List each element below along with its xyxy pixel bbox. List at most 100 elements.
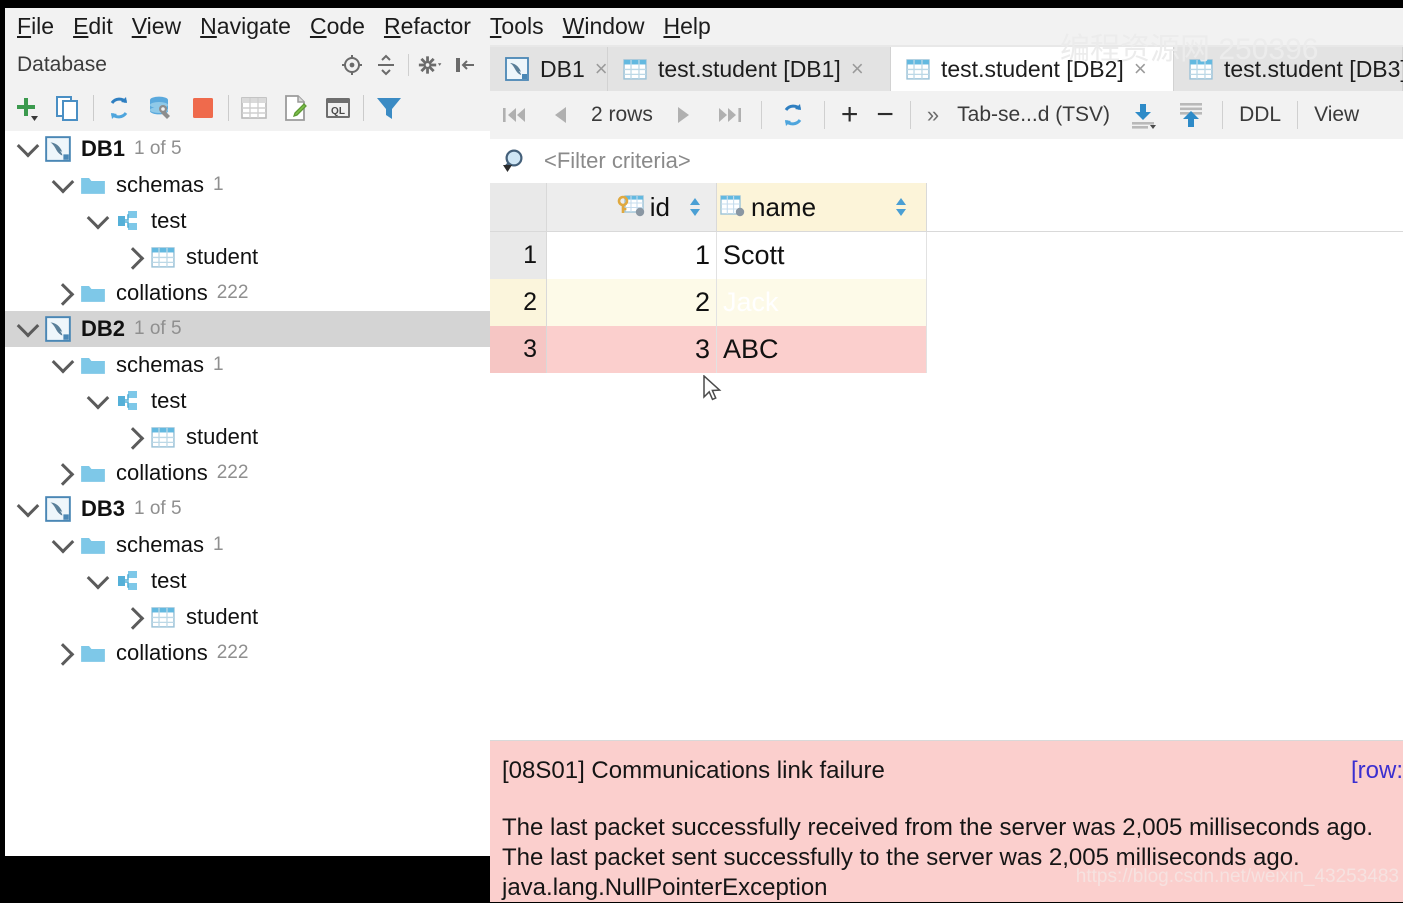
tree-node-collations[interactable]: collations 222 — [5, 275, 490, 311]
menu-view[interactable]: View — [132, 13, 181, 40]
reload-icon[interactable] — [769, 93, 817, 137]
gear-icon[interactable] — [414, 48, 448, 82]
menu-tools[interactable]: Tools — [490, 13, 544, 40]
tree-node-test[interactable]: test — [5, 383, 490, 419]
table-icon — [148, 422, 178, 452]
chevron-down-icon[interactable] — [83, 566, 113, 596]
menu-file[interactable]: File — [17, 13, 54, 40]
chevron-down-icon[interactable] — [48, 170, 78, 200]
filter-criteria-input[interactable]: <Filter criteria> — [544, 148, 691, 174]
column-header-label: id — [649, 191, 670, 222]
output-format-selector[interactable]: Tab-se...d (TSV) — [948, 93, 1119, 137]
chevron-down-icon[interactable] — [83, 206, 113, 236]
window-edge-top — [0, 0, 1403, 8]
folder-icon — [78, 638, 108, 668]
import-icon[interactable] — [1119, 93, 1167, 137]
tree-node-collations[interactable]: collations 222 — [5, 455, 490, 491]
tree-node-label: student — [186, 244, 259, 269]
chevron-down-icon[interactable] — [83, 386, 113, 416]
tree-node-test[interactable]: test — [5, 203, 490, 239]
grid-cell-name[interactable]: Scott — [717, 232, 927, 279]
menu-window[interactable]: Window — [563, 13, 645, 40]
tree-node-schemas[interactable]: schemas 1 — [5, 167, 490, 203]
chevron-down-icon[interactable] — [13, 494, 43, 524]
chevron-right-icon[interactable] — [48, 278, 78, 308]
tree-node-student[interactable]: student — [5, 239, 490, 275]
chevron-down-icon[interactable] — [48, 350, 78, 380]
menu-refactor[interactable]: Refactor — [384, 13, 471, 40]
data-source-properties-icon[interactable] — [140, 88, 182, 128]
modify-table-icon[interactable] — [275, 88, 317, 128]
menu-label: iew — [146, 13, 182, 39]
tree-node-test[interactable]: test — [5, 563, 490, 599]
mysql-icon — [502, 54, 532, 84]
row-number[interactable]: 3 — [490, 326, 547, 373]
filter-bar[interactable]: <Filter criteria> — [490, 139, 1403, 184]
menu-edit[interactable]: Edit — [73, 13, 113, 40]
grid-cell-id[interactable]: 2 — [547, 279, 717, 326]
table-editor-icon[interactable] — [233, 88, 275, 128]
grid-cell-id[interactable]: 3 — [547, 326, 717, 373]
close-icon[interactable]: × — [851, 56, 864, 82]
tree-node-db2[interactable]: DB2 1 of 5 — [5, 311, 490, 347]
grid-corner-cell[interactable] — [490, 183, 547, 231]
sort-icon[interactable] — [680, 192, 710, 222]
duplicate-icon[interactable] — [47, 88, 89, 128]
table-row[interactable]: 2 2 Jack — [490, 279, 1403, 326]
sort-icon[interactable] — [886, 192, 916, 222]
table-row[interactable]: 1 1 Scott — [490, 232, 1403, 279]
column-header-name[interactable]: name — [717, 183, 927, 231]
chevron-right-icon[interactable] — [118, 422, 148, 452]
column-header-id[interactable]: id — [547, 183, 717, 231]
first-page-icon[interactable] — [490, 93, 538, 137]
tree-node-schemas[interactable]: schemas 1 — [5, 347, 490, 383]
tree-node-db1[interactable]: DB1 1 of 5 — [5, 131, 490, 167]
export-icon[interactable] — [1167, 93, 1215, 137]
add-row-button[interactable]: + — [832, 93, 868, 137]
error-row-link[interactable]: [row: — [1351, 757, 1403, 785]
menu-navigate[interactable]: Navigate — [200, 13, 291, 40]
query-console-icon[interactable]: QL — [317, 88, 359, 128]
grid-cell-id[interactable]: 1 — [547, 232, 717, 279]
tree-node-db3[interactable]: DB3 1 of 5 — [5, 491, 490, 527]
locate-icon[interactable] — [335, 48, 369, 82]
tree-node-collations[interactable]: collations 222 — [5, 635, 490, 671]
delete-row-button[interactable]: − — [867, 93, 903, 137]
close-icon[interactable]: × — [595, 56, 608, 82]
sync-icon[interactable] — [98, 88, 140, 128]
row-number[interactable]: 1 — [490, 232, 547, 279]
tree-node-student[interactable]: student — [5, 599, 490, 635]
menu-help[interactable]: Help — [663, 13, 710, 40]
data-grid[interactable]: id name 1 1 Scott 2 2 Jack 3 3 ABC — [490, 183, 1403, 740]
view-button[interactable]: View — [1305, 93, 1368, 137]
database-tree[interactable]: DB1 1 of 5 schemas 1 test student collations 22… — [5, 131, 490, 856]
chevron-down-icon[interactable] — [13, 314, 43, 344]
chevron-right-icon[interactable] — [118, 242, 148, 272]
chevron-down-icon[interactable] — [48, 530, 78, 560]
grid-cell-name[interactable]: ABC — [717, 326, 927, 373]
grid-cell-name[interactable]: Jack — [717, 279, 927, 326]
chevron-right-icon[interactable] — [48, 638, 78, 668]
prev-page-icon[interactable] — [538, 93, 582, 137]
next-page-icon[interactable] — [662, 93, 706, 137]
overflow-button[interactable]: » — [918, 93, 948, 137]
ddl-button[interactable]: DDL — [1230, 93, 1290, 137]
database-panel: Database QL DB1 1 of 5 schemas 1 test st… — [5, 45, 490, 856]
filter-icon[interactable] — [368, 88, 410, 128]
menu-code[interactable]: Code — [310, 13, 365, 40]
last-page-icon[interactable] — [706, 93, 754, 137]
add-icon[interactable] — [5, 88, 47, 128]
collapse-all-icon[interactable] — [369, 48, 403, 82]
tree-node-schemas[interactable]: schemas 1 — [5, 527, 490, 563]
hide-panel-icon[interactable] — [448, 48, 482, 82]
chevron-right-icon[interactable] — [48, 458, 78, 488]
grid-body[interactable]: 1 1 Scott 2 2 Jack 3 3 ABC — [490, 232, 1403, 373]
editor-tab-db1[interactable]: DB1 × — [490, 47, 608, 91]
editor-tab-test-student-db1[interactable]: test.student [DB1] × — [608, 47, 891, 91]
row-number[interactable]: 2 — [490, 279, 547, 326]
chevron-down-icon[interactable] — [13, 134, 43, 164]
tree-node-student[interactable]: student — [5, 419, 490, 455]
stop-icon[interactable] — [182, 88, 224, 128]
chevron-right-icon[interactable] — [118, 602, 148, 632]
table-row[interactable]: 3 3 ABC — [490, 326, 1403, 373]
